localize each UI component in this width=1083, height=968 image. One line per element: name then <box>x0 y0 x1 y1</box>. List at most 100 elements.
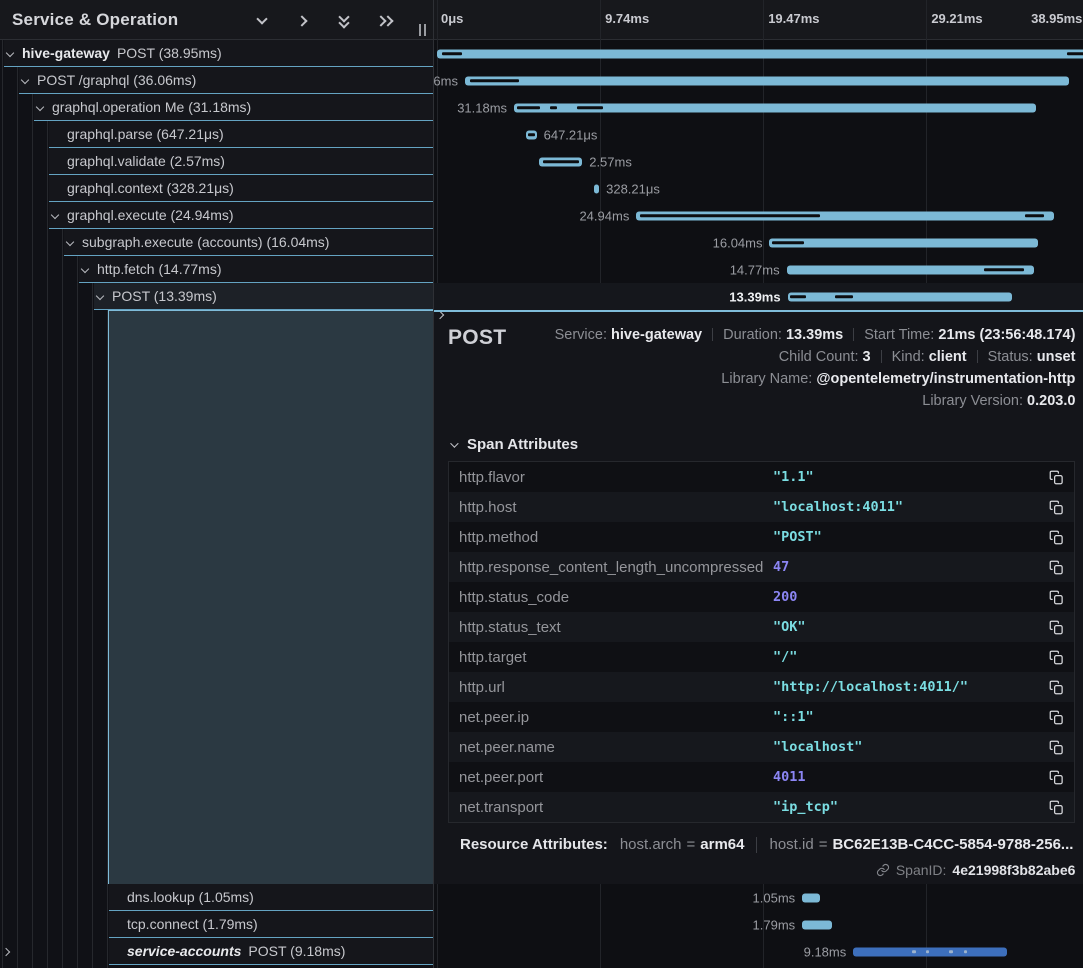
copy-icon[interactable] <box>1049 620 1064 635</box>
equals-sign: = <box>687 836 696 853</box>
attribute-key: net.peer.port <box>459 769 773 786</box>
copy-icon[interactable] <box>1049 650 1064 665</box>
span-bar[interactable] <box>594 184 599 193</box>
tree-row-hive-gateway-post[interactable]: hive-gatewayPOST (38.95ms) <box>0 40 433 67</box>
timeline-row[interactable]: 328.21μs <box>434 175 1083 202</box>
overview-line: Service: hive-gatewayDuration: 13.39msSt… <box>555 324 1076 346</box>
timeline-row[interactable]: 2.57ms <box>434 148 1083 175</box>
attribute-key: net.peer.ip <box>459 709 773 726</box>
attribute-key: http.host <box>459 499 773 516</box>
span-bar[interactable] <box>802 893 820 902</box>
copy-icon[interactable] <box>1049 530 1064 545</box>
chevron-down-icon <box>450 439 458 447</box>
span-bar[interactable] <box>437 49 1083 58</box>
span-bar[interactable] <box>788 292 1012 301</box>
timeline-row[interactable]: 24.94ms <box>434 202 1083 229</box>
span-bar[interactable] <box>465 76 1069 85</box>
overview-label: Status: <box>988 349 1033 365</box>
overview-value: @opentelemetry/instrumentation-http <box>816 371 1075 387</box>
tree-row-service-accounts-post[interactable]: service-accountsPOST (9.18ms) <box>0 938 433 965</box>
panel-title: Service & Operation <box>12 10 178 30</box>
tree-row-graphql-operation[interactable]: graphql.operation Me (31.18ms) <box>0 94 433 121</box>
double-chevron-right-icon[interactable] <box>377 13 395 29</box>
operation-name: POST (9.18ms) <box>248 943 345 959</box>
tree-row-subgraph-execute[interactable]: subgraph.execute (accounts) (16.04ms) <box>0 229 433 256</box>
overview-line: Library Version: 0.203.0 <box>555 390 1076 412</box>
tree-toolbar <box>254 13 395 29</box>
timeline-row-selected[interactable]: 13.39ms <box>434 283 1083 310</box>
span-duration-label: 14.77ms <box>730 262 780 277</box>
attribute-row: http.status_text "OK" <box>449 612 1074 642</box>
overview-value: 3 <box>863 349 871 365</box>
span-duration-label: 2.57ms <box>589 154 632 169</box>
timeline-row[interactable]: 14.77ms <box>434 256 1083 283</box>
overview-label: Duration: <box>723 327 782 343</box>
attribute-value: 200 <box>773 589 797 605</box>
span-duration-label: 13.39ms <box>729 289 780 304</box>
attribute-row: http.host "localhost:4011" <box>449 492 1074 522</box>
chevron-right-icon[interactable] <box>295 13 313 29</box>
copy-icon[interactable] <box>1049 710 1064 725</box>
copy-icon[interactable] <box>1049 590 1064 605</box>
double-chevron-down-icon[interactable] <box>336 13 354 29</box>
timeline-row[interactable]: 647.21μs <box>434 121 1083 148</box>
tree-row-post-selected[interactable]: POST (13.39ms) <box>0 283 433 310</box>
span-name: POST /graphql (36.06ms) <box>0 67 433 93</box>
tree-row-http-fetch[interactable]: http.fetch (14.77ms) <box>0 256 433 283</box>
trace-viewer: Service & Operation hive-gatewayPOST (38… <box>0 0 1083 968</box>
span-duration-label: 24.94ms <box>579 208 629 223</box>
copy-icon[interactable] <box>1049 770 1064 785</box>
span-bar[interactable] <box>636 211 1054 220</box>
span-bar[interactable] <box>853 947 1007 956</box>
attribute-row: net.transport "ip_tcp" <box>449 792 1074 822</box>
attribute-row: http.url "http://localhost:4011/" <box>449 672 1074 702</box>
timeline-row[interactable]: 31.18ms <box>434 94 1083 121</box>
timeline-row[interactable]: 1.05ms <box>434 884 1083 911</box>
service-operation-panel: Service & Operation hive-gatewayPOST (38… <box>0 0 434 968</box>
tree-row-graphql-parse[interactable]: graphql.parse (647.21μs) <box>0 121 433 148</box>
attribute-value: "localhost:4011" <box>773 499 903 515</box>
span-bar[interactable] <box>787 265 1034 274</box>
span-duration-label: 31.18ms <box>457 100 507 115</box>
copy-icon[interactable] <box>1049 680 1064 695</box>
span-duration-label: 16.04ms <box>713 235 763 250</box>
span-bar[interactable] <box>539 157 582 166</box>
copy-icon[interactable] <box>1049 500 1064 515</box>
copy-icon[interactable] <box>1049 740 1064 755</box>
copy-icon[interactable] <box>1049 470 1064 485</box>
attribute-key: net.transport <box>459 799 773 816</box>
overview-value: client <box>929 349 967 365</box>
span-bar[interactable] <box>802 920 832 929</box>
attribute-key: http.url <box>459 679 773 696</box>
span-bar[interactable] <box>514 103 1036 112</box>
attribute-value: "OK" <box>773 619 806 635</box>
attribute-row: net.peer.port 4011 <box>449 762 1074 792</box>
span-attributes-toggle[interactable]: Span Attributes <box>450 436 1075 453</box>
column-resize-handle[interactable] <box>419 24 428 36</box>
span-attributes-title: Span Attributes <box>467 436 578 453</box>
tree-row-graphql-execute[interactable]: graphql.execute (24.94ms) <box>0 202 433 229</box>
tree-row-tcp-connect[interactable]: tcp.connect (1.79ms) <box>0 911 433 938</box>
attribute-row: net.peer.ip "::1" <box>449 702 1074 732</box>
selected-span-detail-block <box>108 310 433 884</box>
copy-icon[interactable] <box>1049 800 1064 815</box>
tree-row-dns-lookup[interactable]: dns.lookup (1.05ms) <box>0 884 433 911</box>
timeline-row[interactable] <box>434 40 1083 67</box>
tree-row-graphql-context[interactable]: graphql.context (328.21μs) <box>0 175 433 202</box>
tree-row-post-graphql[interactable]: POST /graphql (36.06ms) <box>0 67 433 94</box>
operation-name: POST (38.95ms) <box>117 45 222 61</box>
timeline-row[interactable]: 36.06ms <box>434 67 1083 94</box>
attribute-key: http.flavor <box>459 469 773 486</box>
copy-icon[interactable] <box>1049 560 1064 575</box>
timeline-row[interactable]: 9.18ms <box>434 938 1083 965</box>
span-id-row: SpanID: 4e21998f3b82abe6 <box>448 862 1075 878</box>
timeline-row[interactable]: 1.79ms <box>434 911 1083 938</box>
span-attributes-table: http.flavor "1.1" http.host "localhost:4… <box>448 461 1075 823</box>
chevron-down-icon[interactable] <box>254 13 272 29</box>
tree-row-graphql-validate[interactable]: graphql.validate (2.57ms) <box>0 148 433 175</box>
link-icon[interactable] <box>876 863 890 877</box>
span-bar[interactable] <box>769 238 1038 247</box>
resource-attributes-toggle[interactable]: Resource Attributes: host.arch = arm64 h… <box>450 836 1073 853</box>
span-bar[interactable] <box>526 130 537 139</box>
timeline-row[interactable]: 16.04ms <box>434 229 1083 256</box>
